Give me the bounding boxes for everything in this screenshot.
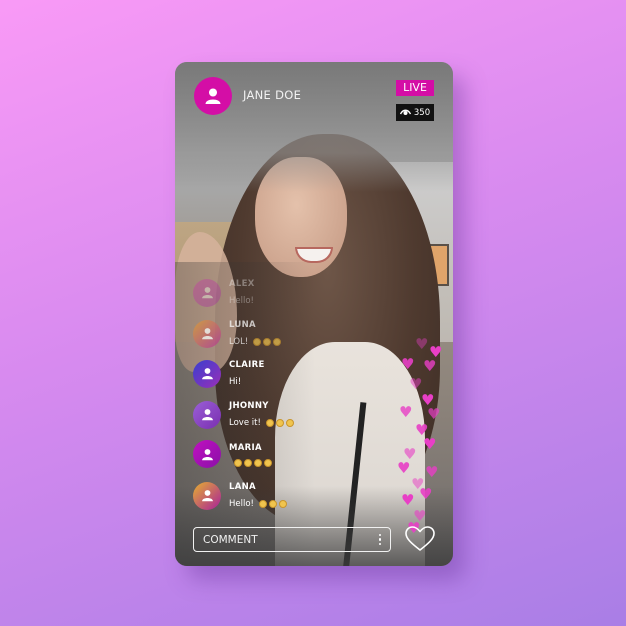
smiley-emoji-icon: [275, 419, 284, 427]
comment-text: Hello!: [229, 296, 254, 306]
smiley-emoji-icon: [263, 338, 272, 346]
comment-item: MARIA: [193, 440, 272, 468]
smiley-emoji-icon: [254, 458, 262, 467]
smiley-emoji-icon: [278, 500, 287, 508]
comment-input-box[interactable]: [193, 527, 391, 552]
commenter-avatar[interactable]: [193, 400, 221, 429]
user-icon: [201, 328, 213, 340]
smiley-emoji-icon: [258, 500, 267, 508]
comment-message: Hi!: [229, 376, 265, 388]
comment-message: LOL!: [229, 336, 282, 348]
smiley-emoji-icon: [265, 419, 274, 427]
commenter-avatar[interactable]: [193, 319, 221, 348]
comment-item: JHONNY Love it!: [193, 400, 294, 429]
heart-icon: ♥: [399, 403, 413, 421]
live-stream-screen: JANE DOE LIVE 350 ALEX Hello! LUNA LOL! CLAI…: [175, 62, 453, 566]
host-avatar[interactable]: [194, 77, 232, 115]
user-icon: [201, 409, 213, 421]
host-name[interactable]: JANE DOE: [243, 88, 301, 102]
heart-icon: ♥: [419, 485, 433, 503]
user-icon: [201, 368, 213, 380]
user-icon: [205, 88, 221, 104]
comment-text: Love it!: [229, 418, 261, 428]
smiley-emoji-icon: [285, 419, 294, 427]
heart-icon: ♥: [409, 375, 423, 393]
reaction-hearts: ♥ ♥ ♥ ♥ ♥ ♥ ♥ ♥ ♥ ♥ ♥ ♥ ♥ ♥ ♥ ♥ ♥ ♥: [393, 335, 443, 536]
comment-item: CLAIRE Hi!: [193, 359, 265, 388]
smiley-emoji-icon: [234, 458, 242, 467]
smiley-emoji-icon: [253, 338, 262, 346]
smiley-emoji-icon: [244, 458, 252, 467]
commenter-avatar[interactable]: [193, 359, 221, 388]
heart-icon: ♥: [423, 357, 437, 375]
commenter-name: LUNA: [229, 320, 256, 330]
commenter-name: MARIA: [229, 442, 262, 453]
commenter-name: CLAIRE: [229, 360, 265, 370]
live-badge: LIVE: [396, 80, 434, 96]
user-icon: [201, 448, 213, 460]
commenter-name: JHONNY: [229, 401, 269, 411]
heart-icon: ♥: [423, 435, 437, 453]
comment-message: Hello!: [229, 295, 259, 307]
heart-icon: ♥: [397, 459, 411, 477]
more-vertical-icon[interactable]: [378, 533, 381, 546]
emoji-group: [258, 500, 287, 508]
commenter-avatar[interactable]: [193, 278, 221, 307]
heart-icon: ♥: [415, 335, 429, 353]
heart-icon: ♥: [401, 355, 415, 373]
commenter-avatar[interactable]: [193, 440, 221, 468]
comment-item: ALEX Hello!: [193, 278, 259, 307]
smiley-emoji-icon: [268, 500, 277, 508]
like-button[interactable]: [404, 525, 436, 555]
eye-icon: [399, 109, 411, 115]
user-icon: [201, 490, 213, 502]
emoji-group: [234, 458, 272, 467]
comment-message: [229, 458, 272, 467]
emoji-group: [253, 338, 282, 346]
comment-text: LOL!: [229, 337, 249, 347]
heart-icon: [405, 526, 435, 551]
comment-message: Love it!: [229, 417, 294, 429]
heart-icon: ♥: [427, 405, 441, 423]
viewer-count: 350: [413, 107, 431, 118]
commenter-avatar[interactable]: [193, 481, 221, 510]
comment-text: Hello!: [229, 499, 254, 509]
smiley-emoji-icon: [273, 338, 282, 346]
heart-icon: ♥: [401, 491, 415, 509]
comment-input[interactable]: [203, 533, 363, 546]
emoji-group: [265, 419, 294, 427]
comment-item: LUNA LOL!: [193, 319, 282, 348]
comment-message: Hello!: [229, 498, 287, 510]
viewer-count-badge: 350: [396, 104, 434, 121]
commenter-name: ALEX: [229, 279, 255, 289]
heart-icon: ♥: [425, 463, 439, 481]
smiley-emoji-icon: [264, 458, 272, 467]
user-icon: [201, 287, 213, 299]
commenter-name: LANA: [229, 482, 256, 492]
comment-text: Hi!: [229, 377, 242, 387]
comment-item: LANA Hello!: [193, 481, 287, 510]
